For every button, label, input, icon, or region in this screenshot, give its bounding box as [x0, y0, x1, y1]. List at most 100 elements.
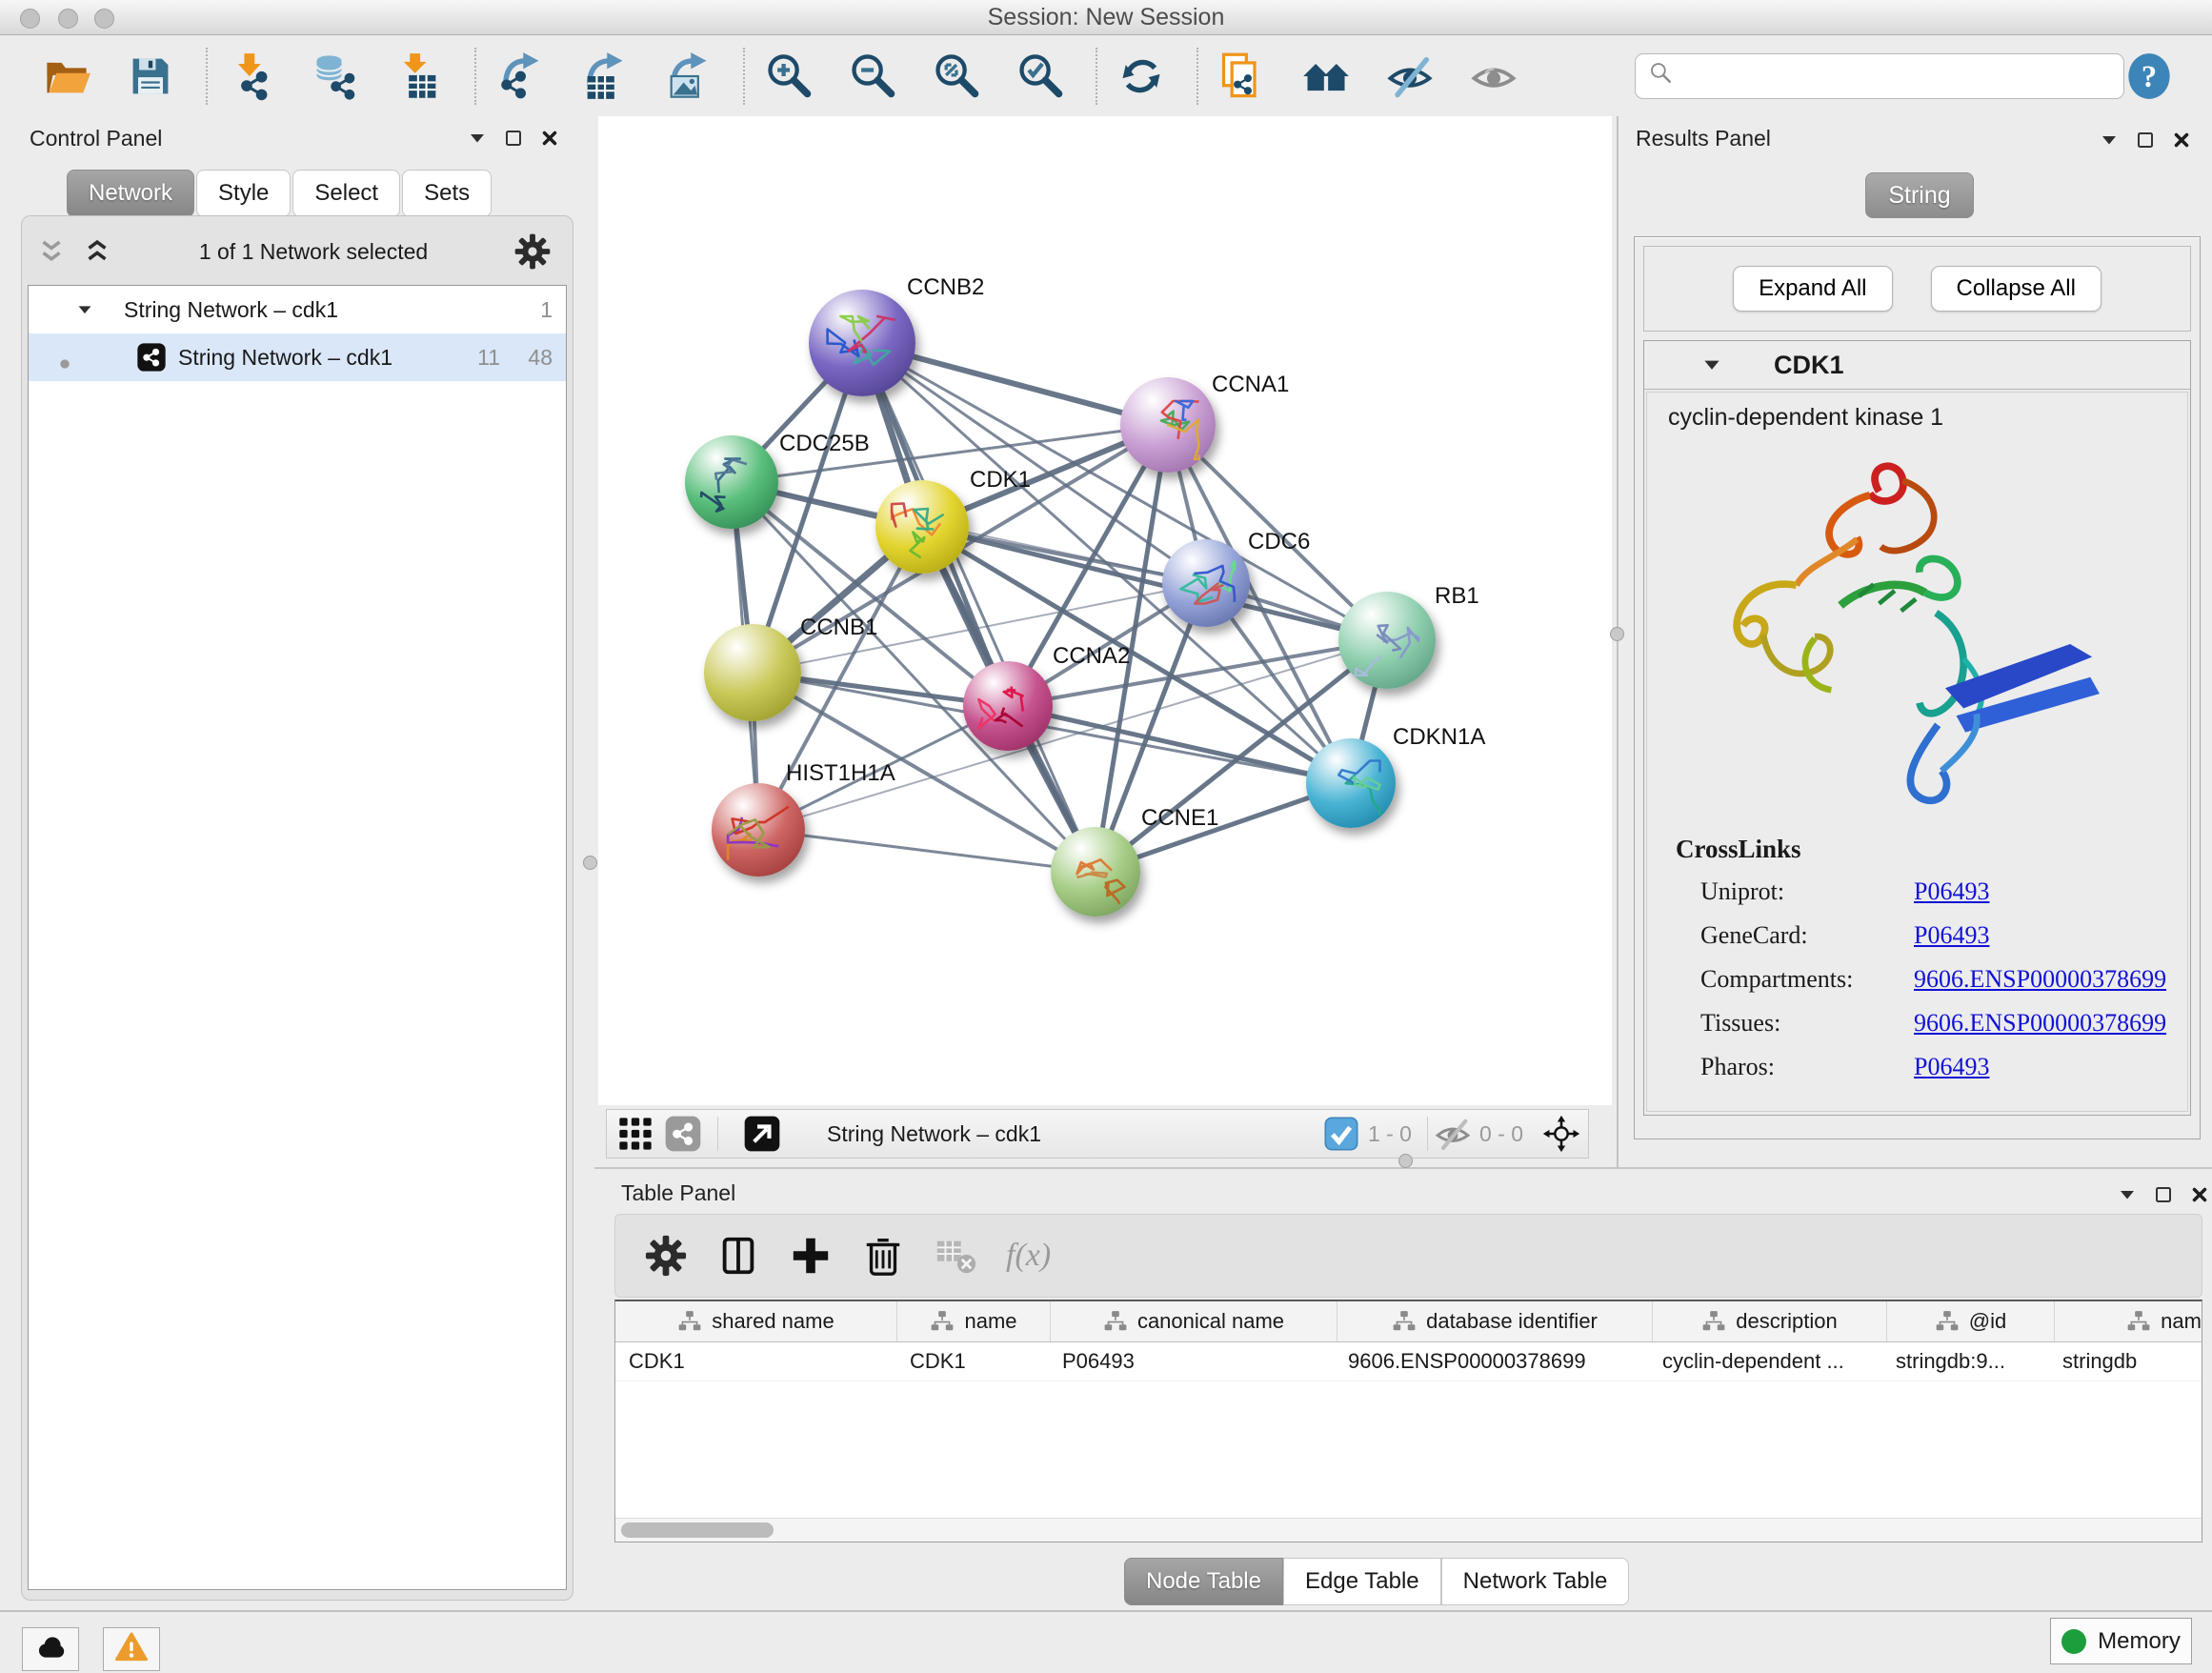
- table-row[interactable]: CDK1CDK1P064939606.ENSP00000378699cyclin…: [615, 1342, 2202, 1381]
- expand-all-icon[interactable]: [81, 235, 113, 268]
- collapse-all-button[interactable]: Collapse All: [1931, 266, 2101, 312]
- table-cell[interactable]: cyclin-dependent ...: [1649, 1342, 1882, 1381]
- crosshair-icon[interactable]: [1542, 1115, 1580, 1153]
- column-header-database-identifier[interactable]: database identifier: [1337, 1301, 1653, 1341]
- table-panel-collapse-button[interactable]: [2113, 1180, 2142, 1209]
- network-node-ccna2[interactable]: [963, 661, 1053, 751]
- network-node-cdc25b[interactable]: [685, 435, 778, 529]
- results-panel-float-button[interactable]: [2131, 126, 2160, 154]
- tab-string[interactable]: String: [1865, 172, 1974, 218]
- tab-style[interactable]: Style: [196, 170, 291, 217]
- table-cell[interactable]: CDK1: [896, 1342, 1049, 1381]
- network-node-cdc6[interactable]: [1162, 539, 1250, 627]
- table-cell[interactable]: stringdb: [2049, 1342, 2202, 1381]
- table-gear-icon[interactable]: [644, 1234, 688, 1278]
- memory-button[interactable]: Memory: [2050, 1618, 2192, 1664]
- collapse-all-icon[interactable]: [35, 235, 68, 268]
- export-table-button[interactable]: [573, 49, 634, 104]
- birdseye-grid-icon[interactable]: [616, 1115, 654, 1153]
- network-row[interactable]: String Network – cdk1 11 48: [29, 333, 566, 381]
- cloud-button[interactable]: [22, 1627, 79, 1671]
- network-type-icon[interactable]: [664, 1115, 702, 1153]
- control-panel-float-button[interactable]: [499, 124, 528, 152]
- eye-slash-icon[interactable]: [1434, 1115, 1472, 1153]
- clone-network-button[interactable]: [1212, 49, 1273, 104]
- warnings-button[interactable]: [103, 1627, 160, 1671]
- expand-all-button[interactable]: Expand All: [1733, 266, 1892, 312]
- tab-network[interactable]: Network: [67, 170, 194, 217]
- save-session-button[interactable]: [120, 49, 181, 104]
- column-type-icon: [930, 1309, 955, 1334]
- table-cell[interactable]: 9606.ENSP00000378699: [1335, 1342, 1649, 1381]
- right-splitter-handle[interactable]: [1610, 627, 1624, 641]
- control-panel-close-button[interactable]: [535, 124, 564, 152]
- zoom-selected-button[interactable]: [1010, 49, 1071, 104]
- table-panel-close-button[interactable]: [2185, 1180, 2212, 1209]
- results-panel-collapse-button[interactable]: [2095, 126, 2123, 154]
- node-label-hist1h1a: HIST1H1A: [786, 760, 895, 787]
- help-button[interactable]: ?: [2124, 50, 2174, 102]
- network-node-hist1h1a[interactable]: [712, 783, 805, 877]
- selected-checkbox-icon[interactable]: [1322, 1115, 1360, 1153]
- crosslink-link[interactable]: P06493: [1914, 877, 1989, 906]
- search-input[interactable]: [1676, 62, 2123, 91]
- zoom-in-button[interactable]: [758, 49, 819, 104]
- network-node-rb1[interactable]: [1338, 592, 1436, 689]
- crosslink-link[interactable]: P06493: [1914, 921, 1989, 950]
- collapse-triangle-icon[interactable]: [74, 299, 95, 320]
- column-header--id[interactable]: @id: [1887, 1301, 2055, 1341]
- column-header-canonical-name[interactable]: canonical name: [1051, 1301, 1337, 1341]
- crosslink-link[interactable]: 9606.ENSP00000378699: [1914, 965, 2166, 994]
- column-header-namespace[interactable]: namespace: [2055, 1301, 2202, 1341]
- scrollbar-thumb[interactable]: [621, 1522, 774, 1538]
- delete-column-icon[interactable]: [861, 1234, 905, 1278]
- network-collection-row[interactable]: String Network – cdk1 1: [29, 286, 566, 333]
- column-header-description[interactable]: description: [1653, 1301, 1887, 1341]
- network-node-ccne1[interactable]: [1051, 827, 1140, 917]
- results-panel-close-button[interactable]: [2167, 126, 2196, 154]
- control-panel-collapse-button[interactable]: [463, 124, 492, 152]
- open-in-window-icon[interactable]: [743, 1115, 781, 1153]
- table-panel-float-button[interactable]: [2149, 1180, 2178, 1209]
- crosslink-link[interactable]: 9606.ENSP00000378699: [1914, 1009, 2166, 1038]
- show-columns-icon[interactable]: [716, 1234, 760, 1278]
- network-canvas[interactable]: CCNB2CCNA1CDC25BCDK1CDC6RB1CCNB1CCNA2CDK…: [598, 116, 1612, 1105]
- import-network-database-button[interactable]: [305, 49, 366, 104]
- node-table[interactable]: shared namenamecanonical namedatabase id…: [614, 1300, 2202, 1542]
- network-node-cdk1[interactable]: [875, 480, 969, 574]
- search-box[interactable]: [1635, 53, 2124, 99]
- crosslink-link[interactable]: P06493: [1914, 1053, 1989, 1081]
- add-column-icon[interactable]: [789, 1234, 833, 1278]
- table-cell[interactable]: stringdb:9...: [1882, 1342, 2049, 1381]
- tab-select[interactable]: Select: [292, 170, 400, 217]
- column-header-shared-name[interactable]: shared name: [615, 1301, 897, 1341]
- hide-graphics-button[interactable]: [1379, 49, 1440, 104]
- export-network-button[interactable]: [490, 49, 551, 104]
- bottom-splitter-handle[interactable]: [1398, 1154, 1413, 1168]
- protein-section-header[interactable]: CDK1: [1644, 341, 2190, 390]
- zoom-out-button[interactable]: [842, 49, 903, 104]
- network-node-ccnb2[interactable]: [809, 290, 915, 396]
- zoom-fit-button[interactable]: [926, 49, 987, 104]
- tab-node-table[interactable]: Node Table: [1124, 1558, 1283, 1605]
- refresh-button[interactable]: [1111, 49, 1172, 104]
- export-image-button[interactable]: [657, 49, 718, 104]
- left-splitter-handle[interactable]: [583, 856, 597, 870]
- tab-sets[interactable]: Sets: [402, 170, 492, 217]
- tab-edge-table[interactable]: Edge Table: [1283, 1558, 1441, 1605]
- section-collapse-triangle-icon[interactable]: [1699, 353, 1724, 377]
- show-graphics-button[interactable]: [1463, 49, 1524, 104]
- table-cell[interactable]: CDK1: [615, 1342, 896, 1381]
- import-network-file-button[interactable]: [221, 49, 282, 104]
- import-table-file-button[interactable]: [389, 49, 450, 104]
- column-header-name[interactable]: name: [897, 1301, 1051, 1341]
- network-node-ccnb1[interactable]: [704, 624, 801, 721]
- table-cell[interactable]: P06493: [1049, 1342, 1335, 1381]
- tab-network-table[interactable]: Network Table: [1441, 1558, 1630, 1605]
- overview-button[interactable]: [1296, 49, 1357, 104]
- gear-icon[interactable]: [513, 232, 552, 271]
- network-node-ccna1[interactable]: [1120, 377, 1216, 473]
- network-node-cdkn1a[interactable]: [1306, 738, 1396, 828]
- horizontal-scrollbar[interactable]: [615, 1518, 2202, 1542]
- open-session-button[interactable]: [36, 49, 97, 104]
